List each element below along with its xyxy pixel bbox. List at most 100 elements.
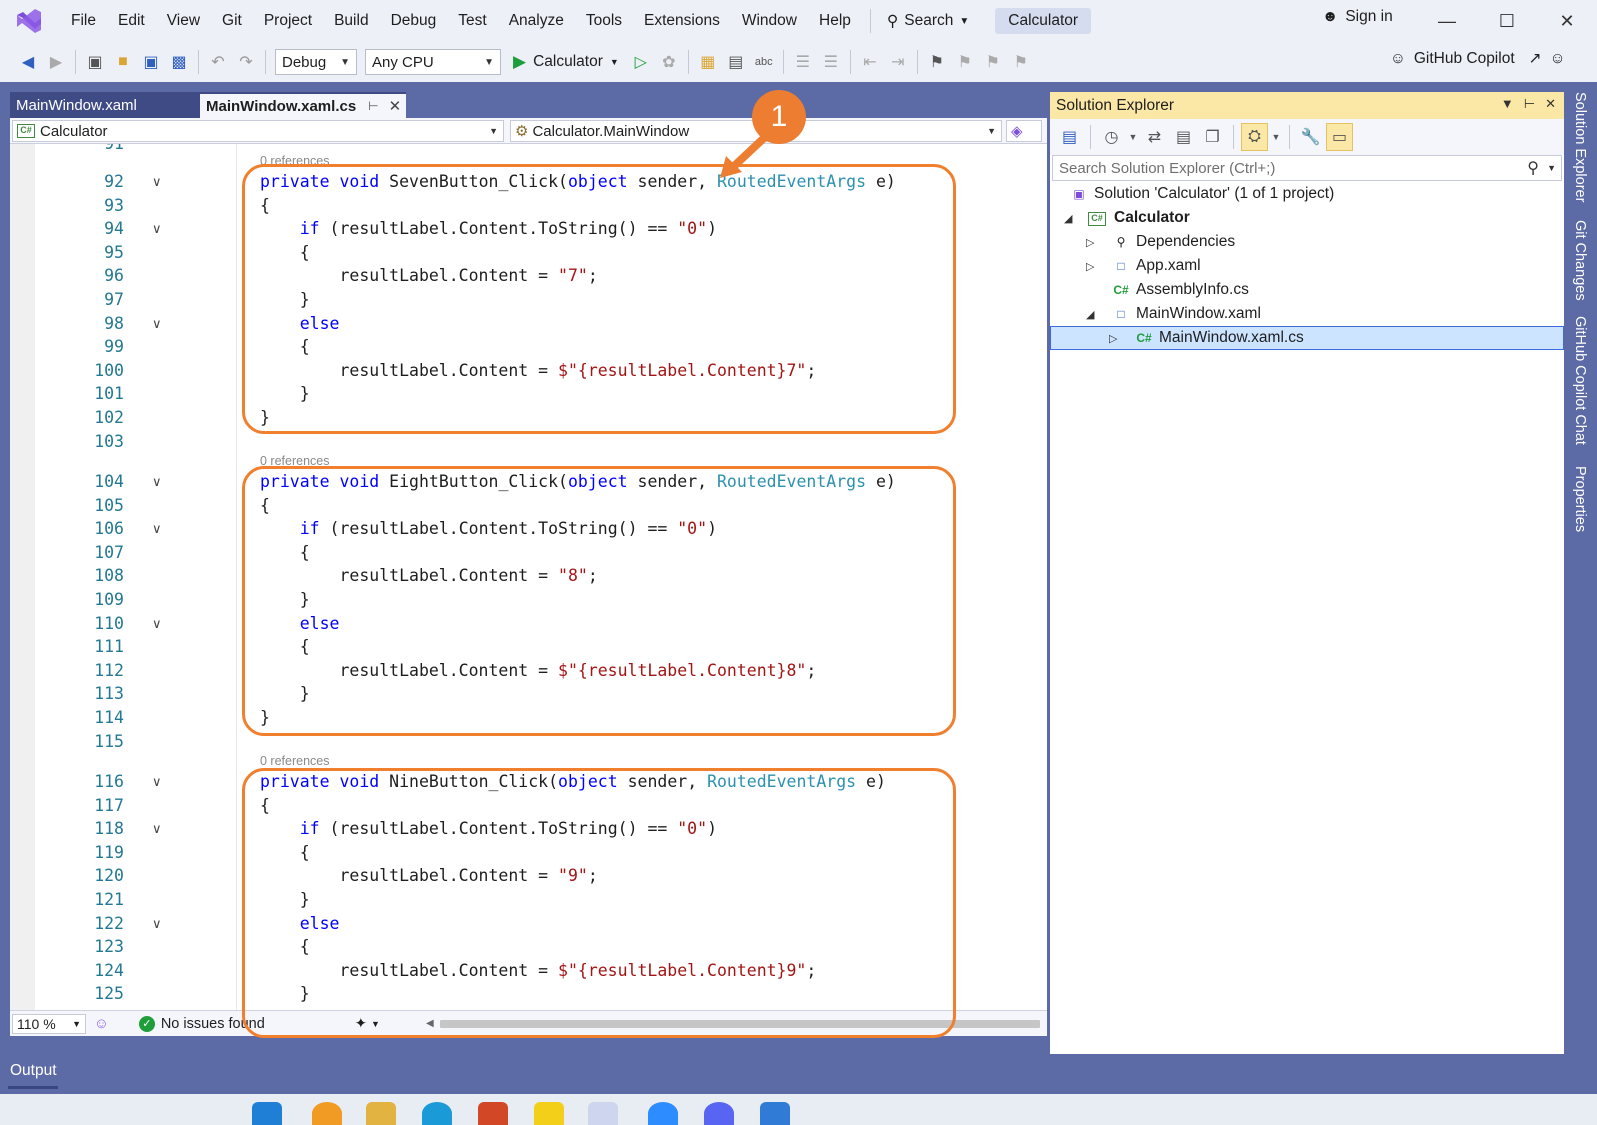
code-line[interactable]: private void NineButton_Click(object sen… bbox=[260, 772, 886, 791]
code-line[interactable]: resultLabel.Content = $"{resultLabel.Con… bbox=[260, 661, 816, 680]
redo-icon[interactable]: ↷ bbox=[232, 48, 260, 76]
code-line[interactable]: resultLabel.Content = $"{resultLabel.Con… bbox=[260, 361, 816, 380]
file-explorer-icon[interactable] bbox=[366, 1102, 396, 1125]
discord-icon[interactable] bbox=[704, 1102, 734, 1125]
code-line[interactable]: private void EightButton_Click(object se… bbox=[260, 472, 896, 491]
minimize-button[interactable]: — bbox=[1432, 8, 1462, 34]
solution-search-input[interactable]: Search Solution Explorer (Ctrl+;) ⚲ ▼ bbox=[1052, 155, 1562, 181]
code-line[interactable]: else bbox=[260, 614, 340, 633]
expand-arrow-icon[interactable]: ▷ bbox=[1086, 236, 1100, 249]
menu-extensions[interactable]: Extensions bbox=[633, 6, 731, 36]
code-line[interactable]: } bbox=[260, 684, 310, 703]
code-line[interactable]: { bbox=[260, 337, 310, 356]
layout-icon[interactable]: ▤ bbox=[722, 48, 750, 76]
chevron-down-icon[interactable]: ▼ bbox=[371, 1019, 380, 1029]
code-line[interactable]: } bbox=[260, 890, 310, 909]
uncomment-icon[interactable]: ☰ bbox=[817, 48, 845, 76]
code-line[interactable]: } bbox=[260, 590, 310, 609]
tree-item-solution[interactable]: ▣ Solution 'Calculator' (1 of 1 project) bbox=[1068, 182, 1334, 206]
side-tab-github-copilot-chat[interactable]: GitHub Copilot Chat bbox=[1572, 316, 1588, 445]
maximize-button[interactable]: ☐ bbox=[1492, 8, 1522, 34]
side-tab-solution-explorer[interactable]: Solution Explorer bbox=[1572, 92, 1588, 202]
code-line[interactable]: if (resultLabel.Content.ToString() == "0… bbox=[260, 519, 717, 538]
menu-help[interactable]: Help bbox=[808, 6, 862, 36]
code-area[interactable]: 91 0 references 92 ∨ private void SevenButto… bbox=[10, 144, 1047, 1010]
bookmark-icon[interactable]: ⚑ bbox=[923, 48, 951, 76]
code-editor[interactable]: C# Calculator ▼ ⚙ Calculator.MainWindow … bbox=[10, 118, 1047, 1036]
menu-analyze[interactable]: Analyze bbox=[498, 6, 575, 36]
github-copilot-button[interactable]: ☺ GitHub Copilot ↗ ☺ bbox=[1390, 49, 1565, 68]
previous-bookmark-icon[interactable]: ⚑ bbox=[951, 48, 979, 76]
code-lens-references[interactable]: 0 references bbox=[260, 154, 329, 168]
tree-item-project[interactable]: ◢ C# Calculator bbox=[1064, 206, 1190, 230]
save-icon[interactable]: ▣ bbox=[137, 48, 165, 76]
code-line[interactable]: { bbox=[260, 637, 310, 656]
undo-icon[interactable]: ↶ bbox=[204, 48, 232, 76]
preview-icon[interactable]: ▭ bbox=[1326, 123, 1353, 151]
output-tab[interactable]: Output bbox=[10, 1062, 57, 1080]
menu-build[interactable]: Build bbox=[323, 6, 379, 36]
code-lens-references[interactable]: 0 references bbox=[260, 454, 329, 468]
code-line[interactable]: { bbox=[260, 243, 310, 262]
code-line[interactable]: resultLabel.Content = "8"; bbox=[260, 566, 597, 585]
pending-changes-filter-icon[interactable]: ◷ bbox=[1098, 123, 1125, 151]
menu-view[interactable]: View bbox=[156, 6, 211, 36]
code-line[interactable]: } bbox=[260, 984, 310, 1003]
properties-icon[interactable]: 🔧 bbox=[1297, 123, 1324, 151]
preview-selected-items-icon[interactable]: ⛭ bbox=[1241, 123, 1268, 151]
spell-check-icon[interactable]: abc bbox=[750, 48, 778, 76]
code-line[interactable]: else bbox=[260, 314, 340, 333]
code-cleanup-icon[interactable]: ✦ bbox=[355, 1016, 367, 1032]
expand-arrow-icon[interactable]: ▷ bbox=[1086, 260, 1100, 273]
search-menu[interactable]: ⚲ Search ▼ bbox=[879, 6, 977, 36]
kakaotalk-icon[interactable] bbox=[534, 1102, 564, 1125]
side-tab-git-changes[interactable]: Git Changes bbox=[1572, 220, 1588, 301]
powerpoint-icon[interactable] bbox=[478, 1102, 508, 1125]
sign-in-button[interactable]: ☻ Sign in bbox=[1322, 8, 1393, 26]
collapse-arrow-icon[interactable]: ◢ bbox=[1086, 308, 1100, 321]
start-icon[interactable] bbox=[252, 1102, 282, 1125]
code-line[interactable]: resultLabel.Content = "7"; bbox=[260, 266, 597, 285]
scroll-left-icon[interactable]: ◀ bbox=[426, 1018, 434, 1029]
menu-file[interactable]: File bbox=[60, 6, 107, 36]
collapse-arrow-icon[interactable]: ◢ bbox=[1064, 212, 1078, 225]
tree-item-app-xaml[interactable]: ▷ □ App.xaml bbox=[1086, 254, 1201, 278]
code-lens-references[interactable]: 0 references bbox=[260, 754, 329, 768]
close-window-button[interactable]: ✕ bbox=[1552, 8, 1582, 34]
no-issues-icon[interactable]: ✓ bbox=[138, 1015, 155, 1032]
pin-panel-icon[interactable]: ⊢ bbox=[1524, 96, 1535, 112]
fold-toggle-icon[interactable]: ∨ bbox=[152, 821, 162, 837]
code-line[interactable]: { bbox=[260, 496, 270, 515]
menu-debug[interactable]: Debug bbox=[380, 6, 448, 36]
feedback-icon[interactable]: ☺ bbox=[1550, 50, 1566, 68]
copilot-status-icon[interactable]: ☺ bbox=[94, 1016, 109, 1032]
collapse-all-icon[interactable]: ▤ bbox=[1170, 123, 1197, 151]
menu-window[interactable]: Window bbox=[731, 6, 808, 36]
code-line[interactable]: { bbox=[260, 796, 270, 815]
new-project-icon[interactable]: ▣ bbox=[81, 48, 109, 76]
chevron-down-icon[interactable]: ▼ bbox=[1127, 123, 1139, 151]
zoom-dropdown[interactable]: 110 % ▼ bbox=[12, 1013, 86, 1034]
outdent-icon[interactable]: ⇤ bbox=[856, 48, 884, 76]
sync-with-document-icon[interactable]: ⇄ bbox=[1141, 123, 1168, 151]
code-line[interactable]: if (resultLabel.Content.ToString() == "0… bbox=[260, 819, 717, 838]
close-tab-icon[interactable]: ✕ bbox=[389, 97, 402, 115]
clear-bookmarks-icon[interactable]: ⚑ bbox=[1007, 48, 1035, 76]
project-dropdown[interactable]: C# Calculator ▼ bbox=[12, 120, 504, 142]
fold-toggle-icon[interactable]: ∨ bbox=[152, 521, 162, 537]
platform-select[interactable]: Any CPU ▼ bbox=[365, 49, 501, 75]
configuration-select[interactable]: Debug ▼ bbox=[275, 49, 357, 75]
menu-git[interactable]: Git bbox=[211, 6, 253, 36]
expand-arrow-icon[interactable]: ▷ bbox=[1109, 332, 1123, 345]
member-dropdown[interactable]: ◈ bbox=[1006, 120, 1042, 142]
solution-folder-icon[interactable]: ▦ bbox=[694, 48, 722, 76]
switch-views-icon[interactable]: ▤ bbox=[1056, 123, 1083, 151]
horizontal-scrollbar[interactable] bbox=[440, 1020, 1040, 1028]
fold-toggle-icon[interactable]: ∨ bbox=[152, 174, 162, 190]
tab-mainwindow-xaml-cs[interactable]: MainWindow.xaml.cs ⊢ ✕ bbox=[200, 92, 406, 118]
fold-toggle-icon[interactable]: ∨ bbox=[152, 316, 162, 332]
fold-toggle-icon[interactable]: ∨ bbox=[152, 474, 162, 490]
indent-icon[interactable]: ⇥ bbox=[884, 48, 912, 76]
search-app-icon[interactable] bbox=[312, 1102, 342, 1125]
chevron-down-icon[interactable]: ▼ bbox=[1270, 123, 1282, 151]
